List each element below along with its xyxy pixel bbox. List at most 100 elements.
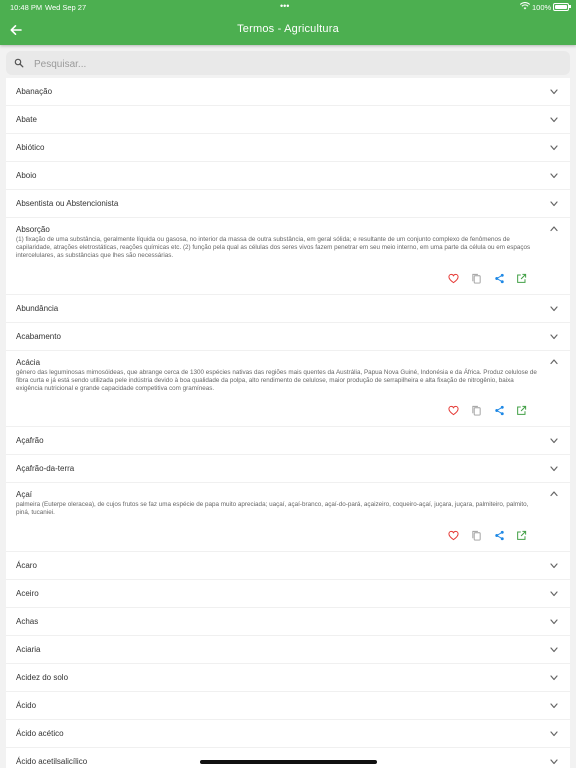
term-label: Acidez do solo <box>16 672 69 682</box>
open-external-icon[interactable] <box>516 405 527 416</box>
share-icon[interactable] <box>494 530 505 541</box>
term-label: Abiótico <box>16 143 45 152</box>
term-label: Absentista ou Abstencionista <box>16 199 119 208</box>
chevron-down-icon[interactable] <box>550 647 558 653</box>
wifi-icon <box>520 2 530 10</box>
app-bar: 10:48 PM Wed Sep 27 ••• 100% Termos - Ag… <box>0 0 576 45</box>
term-header[interactable]: Abundância <box>6 295 570 322</box>
term-header[interactable]: Abate <box>6 106 570 133</box>
term-item: Aciaria <box>6 636 570 664</box>
chevron-down-icon[interactable] <box>550 466 558 472</box>
term-item: Abiótico <box>6 134 570 162</box>
share-icon[interactable] <box>494 405 505 416</box>
term-header[interactable]: Abiótico <box>6 134 570 161</box>
term-label: Ácido acético <box>16 728 64 738</box>
term-label: Aceiro <box>16 588 39 598</box>
status-bar: 10:48 PM Wed Sep 27 ••• 100% <box>0 0 576 14</box>
chevron-down-icon[interactable] <box>550 173 558 179</box>
term-header[interactable]: Açafrão-da-terra <box>6 455 570 482</box>
chevron-up-icon[interactable] <box>550 359 558 365</box>
share-icon[interactable] <box>494 273 505 284</box>
status-date: Wed Sep 27 <box>45 3 87 12</box>
term-label: Abundância <box>16 303 59 313</box>
search-icon <box>14 58 24 68</box>
chevron-down-icon[interactable] <box>550 89 558 95</box>
term-label: Acabamento <box>16 331 61 341</box>
term-label: Açafrão <box>16 436 44 446</box>
term-label: Aboio <box>16 171 37 180</box>
term-item: Acabamento <box>6 323 570 351</box>
chevron-down-icon[interactable] <box>550 591 558 597</box>
chevron-down-icon[interactable] <box>550 675 558 681</box>
chevron-down-icon[interactable] <box>550 731 558 737</box>
term-label: Acácia <box>16 357 41 367</box>
heart-icon[interactable] <box>448 405 459 416</box>
term-label: Açaí <box>16 490 33 500</box>
chevron-down-icon[interactable] <box>550 117 558 123</box>
chevron-down-icon[interactable] <box>550 334 558 340</box>
term-description: gênero das leguminosas mimosóideas, que … <box>16 368 537 393</box>
term-label: Ácido acetilsalicílico <box>16 756 88 766</box>
term-header[interactable]: Absentista ou Abstencionista <box>6 190 570 217</box>
search-bar[interactable] <box>6 51 570 75</box>
term-item: Aceiro <box>6 580 570 608</box>
term-label: Abate <box>16 115 37 124</box>
term-item: Abundância <box>6 295 570 323</box>
term-header[interactable]: Aceiro <box>6 580 570 607</box>
term-label: Achas <box>16 616 39 626</box>
heart-icon[interactable] <box>448 530 459 541</box>
term-item: Acidez do solo <box>6 664 570 692</box>
chevron-down-icon[interactable] <box>550 306 558 312</box>
copy-icon[interactable] <box>471 530 482 541</box>
home-indicator[interactable] <box>200 760 377 764</box>
heart-icon[interactable] <box>448 273 459 284</box>
chevron-down-icon[interactable] <box>550 201 558 207</box>
copy-icon[interactable] <box>471 405 482 416</box>
term-item: Ácido acético <box>6 720 570 748</box>
term-item: Ácido <box>6 692 570 720</box>
battery-icon <box>553 3 569 11</box>
chevron-down-icon[interactable] <box>550 438 558 444</box>
term-header[interactable]: Acabamento <box>6 323 570 350</box>
battery-tip <box>569 5 571 8</box>
term-label: Absorção <box>16 225 50 234</box>
term-actions <box>6 393 570 426</box>
term-header[interactable]: Ácido acetilsalicílico <box>6 748 570 768</box>
chevron-down-icon[interactable] <box>550 145 558 151</box>
search-input[interactable] <box>32 55 556 73</box>
term-label: Ácido <box>16 700 37 710</box>
term-item: Açafrão <box>6 427 570 456</box>
term-item: Ácaro <box>6 552 570 580</box>
chevron-up-icon[interactable] <box>550 226 558 232</box>
copy-icon[interactable] <box>471 273 482 284</box>
term-header[interactable]: Achas <box>6 608 570 635</box>
term-item: Açafrão-da-terra <box>6 455 570 484</box>
term-item: Abate <box>6 106 570 134</box>
term-item: Absentista ou Abstencionista <box>6 190 570 218</box>
term-header[interactable]: Açaí <box>6 483 570 501</box>
chevron-down-icon[interactable] <box>550 759 558 765</box>
term-header[interactable]: Ácido <box>6 692 570 719</box>
chevron-down-icon[interactable] <box>550 563 558 569</box>
chevron-up-icon[interactable] <box>550 491 558 497</box>
term-header[interactable]: Açafrão <box>6 427 570 454</box>
page-title: Termos - Agricultura <box>237 23 339 35</box>
term-header[interactable]: Aboio <box>6 162 570 189</box>
term-header[interactable]: Abanação <box>6 78 570 105</box>
term-header[interactable]: Acidez do solo <box>6 664 570 691</box>
multitasking-dots[interactable]: ••• <box>280 1 289 11</box>
term-header[interactable]: Acácia <box>6 351 570 369</box>
term-label: Aciaria <box>16 644 41 654</box>
term-header[interactable]: Ácaro <box>6 552 570 579</box>
term-header[interactable]: Ácido acético <box>6 720 570 747</box>
term-item: Acácia gênero das leguminosas mimosóideas… <box>6 351 570 428</box>
term-item: Absorção (1) fixação de uma substância, g… <box>6 218 570 295</box>
term-header[interactable]: Absorção <box>6 218 570 236</box>
status-time: 10:48 PM <box>10 3 43 12</box>
open-external-icon[interactable] <box>516 273 527 284</box>
chevron-down-icon[interactable] <box>550 619 558 625</box>
open-external-icon[interactable] <box>516 530 527 541</box>
term-item: Ácido acetilsalicílico <box>6 748 570 768</box>
term-header[interactable]: Aciaria <box>6 636 570 663</box>
chevron-down-icon[interactable] <box>550 703 558 709</box>
